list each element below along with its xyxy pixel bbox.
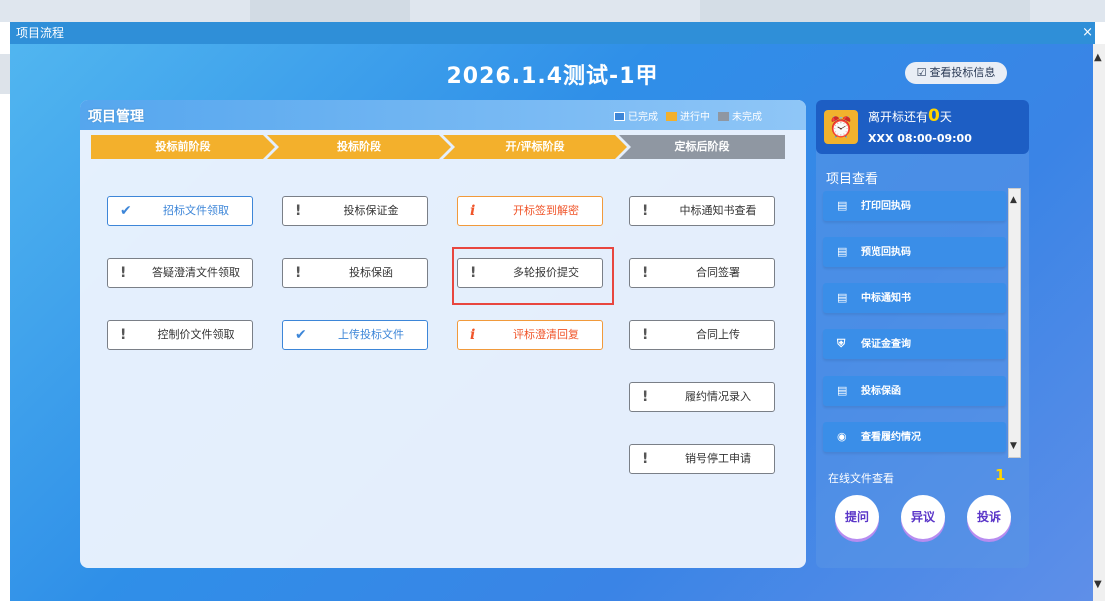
sidebar-item-award-notice[interactable]: ▤ 中标通知书 xyxy=(823,283,1006,313)
countdown-days: 0 xyxy=(928,106,940,126)
document-icon: ▤ xyxy=(837,199,848,212)
stage-bar: 投标前阶段 投标阶段 开/评标阶段 定标后阶段 xyxy=(91,135,785,159)
check-icon: ✔ xyxy=(295,327,307,343)
eye-icon: ◉ xyxy=(837,430,847,443)
status-legend: 已完成 进行中 未完成 xyxy=(614,108,762,123)
complaint-button[interactable]: 投诉 xyxy=(967,495,1011,539)
task-award-notice-view[interactable]: ! 中标通知书查看 xyxy=(629,196,775,226)
stage-opening-evaluation[interactable]: 开/评标阶段 xyxy=(443,135,627,159)
countdown-text: 离开标还有0天 xyxy=(868,106,952,126)
task-control-price-document-collection[interactable]: ! 控制价文件领取 xyxy=(107,320,253,350)
panel-title: 项目管理 xyxy=(88,109,144,125)
legend-item-in-progress: 进行中 xyxy=(666,108,710,123)
sidebar-item-print-receipt[interactable]: ▤ 打印回执码 xyxy=(823,191,1006,221)
edit-icon: ☑ xyxy=(916,66,927,79)
scroll-up-icon[interactable]: ▲ xyxy=(1010,195,1017,205)
task-contract-signing[interactable]: ! 合同签署 xyxy=(629,258,775,288)
check-icon: ✔ xyxy=(120,203,132,219)
exclamation-icon: ! xyxy=(120,265,127,281)
sidebar-scrollbar[interactable]: ▲ ▼ xyxy=(1008,188,1021,458)
exclamation-icon: ! xyxy=(642,327,649,343)
close-icon[interactable]: × xyxy=(1082,22,1093,44)
task-contract-upload[interactable]: ! 合同上传 xyxy=(629,320,775,350)
task-clarification-document-collection[interactable]: ! 答疑澄清文件领取 xyxy=(107,258,253,288)
background-window-edge xyxy=(0,54,10,94)
stage-pre-bid[interactable]: 投标前阶段 xyxy=(91,135,275,159)
exclamation-icon: ! xyxy=(295,203,302,219)
scroll-down-icon[interactable]: ▼ xyxy=(1094,579,1102,590)
task-cancellation-stop-request[interactable]: ! 销号停工申请 xyxy=(629,444,775,474)
online-file-view-label: 在线文件查看 xyxy=(828,472,894,485)
exclamation-icon: ! xyxy=(642,265,649,281)
legend-item-done: 已完成 xyxy=(614,108,658,123)
task-bid-bond[interactable]: ! 投标保证金 xyxy=(282,196,428,226)
sidebar-item-bid-guarantee[interactable]: ▤ 投标保函 xyxy=(823,376,1006,406)
task-opening-sign-in-decrypt[interactable]: i 开标签到解密 xyxy=(457,196,603,226)
task-upload-bid-file[interactable]: ✔ 上传投标文件 xyxy=(282,320,428,350)
exclamation-icon: ! xyxy=(120,327,127,343)
scroll-up-icon[interactable]: ▲ xyxy=(1094,52,1102,63)
shield-icon: ⛨ xyxy=(837,337,846,350)
window-scrollbar[interactable]: ▲ ▼ xyxy=(1093,44,1105,601)
objection-button[interactable]: 异议 xyxy=(901,495,945,539)
opening-time: XXX 08:00-09:00 xyxy=(868,132,972,145)
stage-post-award[interactable]: 定标后阶段 xyxy=(619,135,785,159)
view-bid-info-button[interactable]: ☑ 查看投标信息 xyxy=(905,62,1007,84)
alarm-clock-icon: ⏰ xyxy=(824,110,858,144)
legend-item-incomplete: 未完成 xyxy=(718,108,762,123)
task-bid-document-collection[interactable]: ✔ 招标文件领取 xyxy=(107,196,253,226)
document-icon: ▤ xyxy=(837,291,848,304)
document-icon: ▤ xyxy=(837,384,848,397)
info-icon: i xyxy=(470,203,476,219)
window-title: 项目流程 xyxy=(16,26,65,40)
sidebar-item-performance-view[interactable]: ◉ 查看履约情况 xyxy=(823,422,1006,452)
view-bid-info-label: 查看投标信息 xyxy=(929,66,996,79)
info-icon: i xyxy=(470,327,476,343)
window-titlebar: 项目流程 × xyxy=(10,22,1095,44)
scroll-down-icon[interactable]: ▼ xyxy=(1010,441,1017,451)
sidebar-item-bond-query[interactable]: ⛨ 保证金查询 xyxy=(823,329,1006,359)
exclamation-icon: ! xyxy=(642,451,649,467)
online-file-count: 1 xyxy=(995,466,1006,484)
exclamation-icon: ! xyxy=(642,389,649,405)
countdown-box: ⏰ 离开标还有0天 XXX 08:00-09:00 xyxy=(816,100,1029,154)
background-window-strip xyxy=(0,0,1105,22)
ask-question-button[interactable]: 提问 xyxy=(835,495,879,539)
stage-bidding[interactable]: 投标阶段 xyxy=(267,135,451,159)
exclamation-icon: ! xyxy=(642,203,649,219)
sidebar-item-preview-receipt[interactable]: ▤ 预览回执码 xyxy=(823,237,1006,267)
task-performance-entry[interactable]: ! 履约情况录入 xyxy=(629,382,775,412)
task-bid-guarantee[interactable]: ! 投标保函 xyxy=(282,258,428,288)
exclamation-icon: ! xyxy=(295,265,302,281)
highlight-box xyxy=(452,247,614,305)
document-icon: ▤ xyxy=(837,245,848,258)
sidebar-title: 项目查看 xyxy=(826,172,879,187)
task-evaluation-clarification-reply[interactable]: i 评标澄清回复 xyxy=(457,320,603,350)
